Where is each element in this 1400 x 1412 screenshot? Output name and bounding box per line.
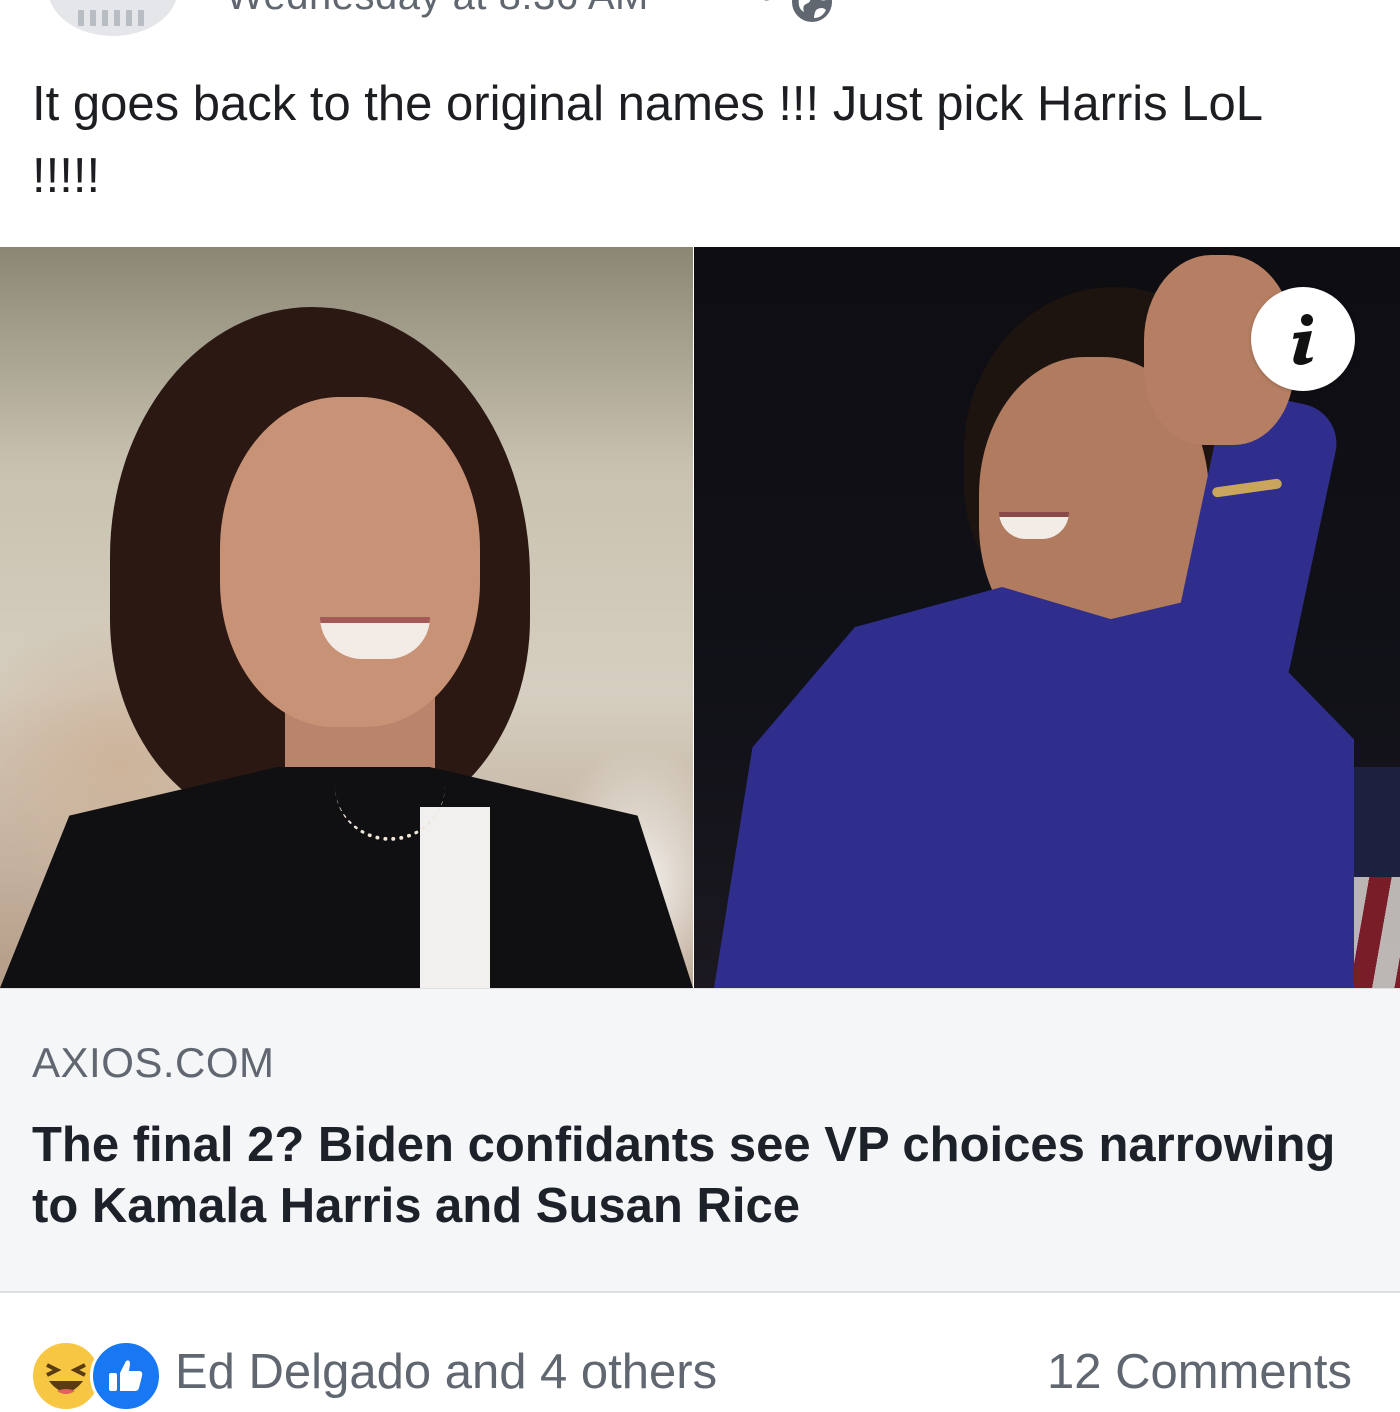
reactions-bar: Ed Delgado and 4 others 12 Comments — [0, 1292, 1400, 1412]
link-image-left[interactable] — [0, 247, 693, 988]
post-timestamp[interactable]: Wednesday at 8:36 AM — [226, 0, 649, 19]
link-preview[interactable]: AXIOS.COM The final 2? Biden confidants … — [0, 988, 1400, 1293]
link-domain: AXIOS.COM — [32, 1039, 275, 1086]
portrait-coat — [714, 587, 1354, 988]
comments-count[interactable]: 12 Comments — [1047, 1344, 1352, 1400]
timestamp-separator: · — [760, 0, 773, 19]
post-caption: It goes back to the original names !!! J… — [32, 77, 1262, 203]
post-header: Wednesday at 8:36 AM · — [0, 0, 1400, 40]
info-button[interactable] — [1251, 287, 1355, 391]
portrait-face — [220, 397, 480, 727]
reactions-summary[interactable]: Ed Delgado and 4 others — [175, 1344, 717, 1400]
link-headline: The final 2? Biden confidants see VP cho… — [32, 1118, 1336, 1233]
globe-icon[interactable] — [790, 0, 834, 24]
like-icon[interactable] — [90, 1340, 162, 1412]
portrait-shirt — [420, 807, 490, 988]
info-icon — [1293, 314, 1313, 365]
author-avatar[interactable] — [48, 0, 178, 36]
